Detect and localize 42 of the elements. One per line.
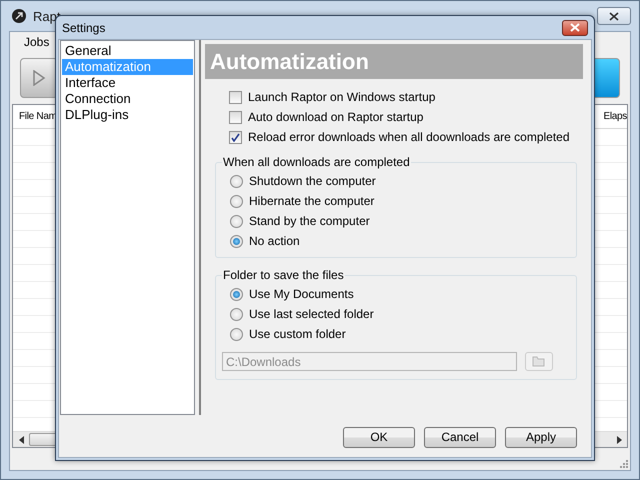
play-button[interactable] [20,58,58,98]
radio-button[interactable] [230,214,243,228]
folder-icon [532,356,546,367]
play-icon [32,70,46,86]
radio-button[interactable] [230,174,243,188]
app-logo-icon [11,8,27,24]
section-heading: Automatization [205,44,583,79]
radio-label: Hibernate the computer [249,194,374,208]
radio-label: Shutdown the computer [249,174,376,188]
close-icon [570,23,580,32]
radio-button[interactable] [230,288,243,300]
radio-button[interactable] [230,194,243,208]
dialog-button[interactable]: OK [343,426,415,448]
radio-label: Use My Documents [249,287,354,301]
category-item[interactable]: DLPlug-ins [62,107,193,123]
checkbox[interactable] [229,130,242,144]
resize-grip-icon[interactable] [618,458,628,468]
checkbox[interactable] [229,110,242,124]
radio-button[interactable] [230,308,243,320]
dialog-button[interactable]: Cancel [424,426,496,448]
dialog-title: Settings [62,20,106,34]
checkbox-label: Reload error downloads when all doownloads are completed [248,130,570,144]
group-title: When all downloads are completed [222,155,411,169]
radio-label: No action [249,234,300,248]
close-button[interactable] [562,20,588,36]
radio-label: Use last selected folder [249,307,374,321]
checkbox-label: Launch Raptor on Windows startup [248,90,436,104]
close-button[interactable] [597,7,631,25]
close-icon [609,12,619,20]
category-item[interactable]: General [62,43,193,59]
radio-label: Use custom folder [249,327,346,341]
category-item[interactable]: Interface [62,75,193,91]
radio-button[interactable] [230,328,243,340]
checkbox[interactable] [229,90,242,104]
menu-item[interactable]: Jobs [22,35,52,49]
column-header[interactable]: Elaps [603,111,627,122]
dialog-button[interactable]: Apply [505,426,577,448]
radio-label: Stand by the computer [249,214,370,228]
radio-button[interactable] [230,234,243,248]
checkbox-label: Auto download on Raptor startup [248,110,424,124]
group-title: Folder to save the files [222,268,345,282]
category-item[interactable]: Connection [62,91,193,107]
